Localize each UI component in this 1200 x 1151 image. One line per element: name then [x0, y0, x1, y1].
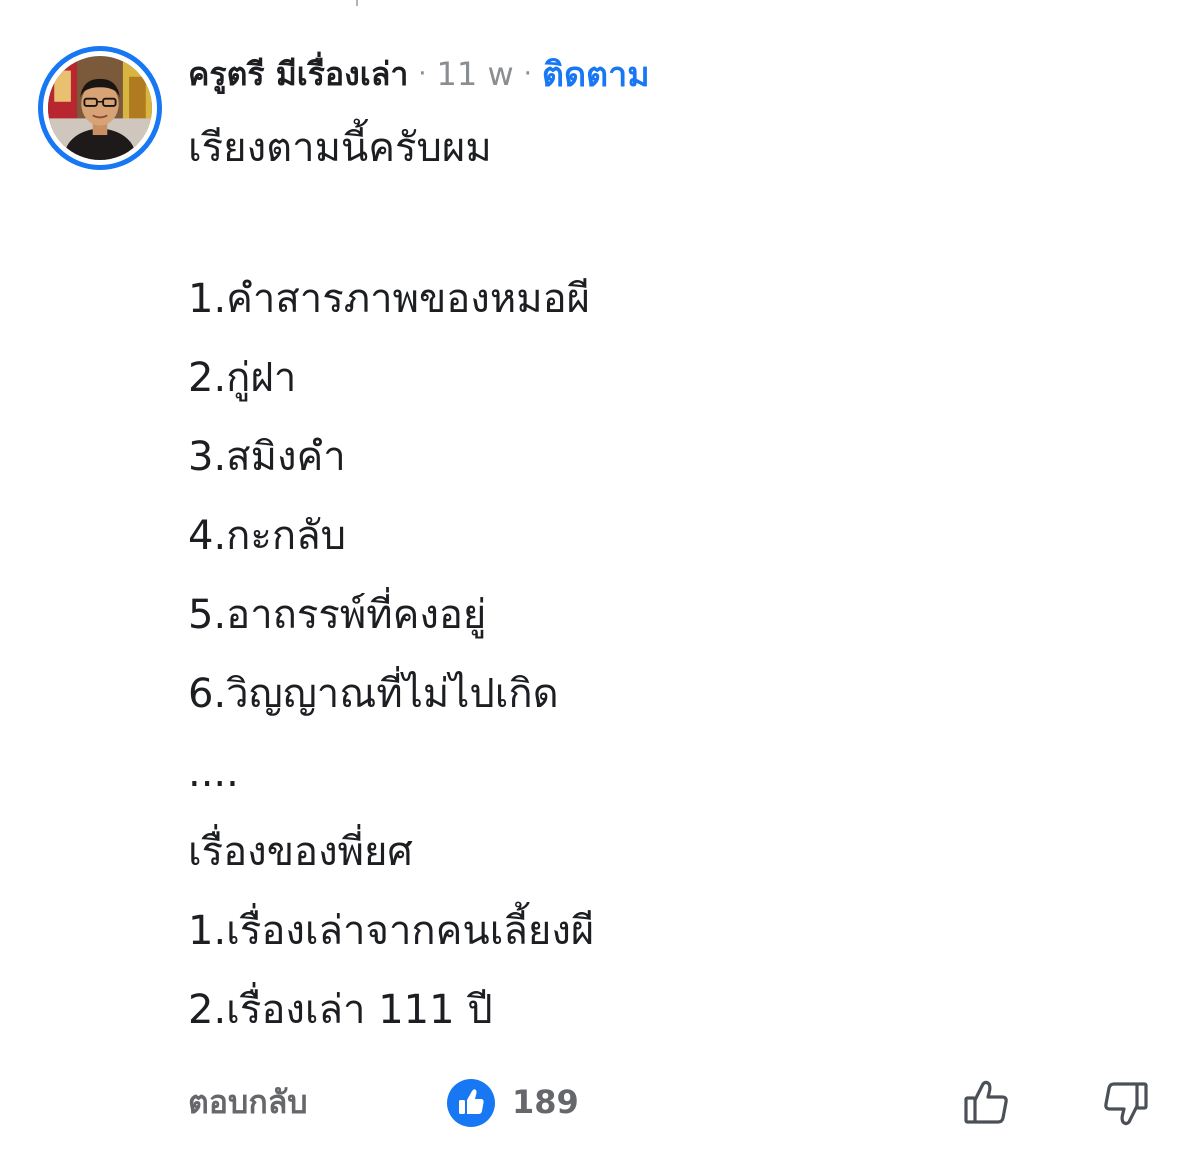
list-item: 1.เรื่องเล่าจากคนเลี้ยงผี: [188, 908, 595, 954]
thumbs-down-outline-icon[interactable]: [1100, 1078, 1150, 1128]
author-avatar[interactable]: [38, 46, 162, 170]
previous-content-edge: [356, 0, 358, 6]
list-item: 4.กะกลับ: [188, 513, 346, 559]
list-item: 6.วิญญาณที่ไม่ไปเกิด: [188, 671, 559, 717]
like-reaction-icon[interactable]: [446, 1078, 496, 1128]
subheading: เรื่องของพี่ยศ: [188, 829, 413, 875]
list-item: 3.สมิงคำ: [188, 434, 346, 480]
comment-intro: เรียงตามนี้ครับผม: [188, 125, 492, 171]
comment-body: เรียงตามนี้ครับผม 1.คำสารภาพของหมอผี 2.ก…: [188, 118, 1168, 1050]
separator-dot: ·: [418, 59, 427, 89]
comment: ครูตรี มีเรื่องเล่า · 11 w · ติดตาม เรีย…: [188, 48, 1168, 1050]
list-item: 5.อาถรรพ์ที่คงอยู่: [188, 592, 487, 638]
ellipsis: ....: [188, 750, 239, 796]
separator-dot: ·: [523, 59, 532, 89]
comment-header: ครูตรี มีเรื่องเล่า · 11 w · ติดตาม: [188, 48, 1168, 100]
comment-actions: ตอบกลับ 189: [188, 1078, 1168, 1128]
list-item: 1.คำสารภาพของหมอผี: [188, 276, 591, 322]
thumbs-up-outline-icon[interactable]: [962, 1078, 1012, 1128]
reply-button[interactable]: ตอบกลับ: [188, 1078, 308, 1126]
author-name[interactable]: ครูตรี มีเรื่องเล่า: [188, 49, 408, 100]
timestamp[interactable]: 11 w: [437, 55, 514, 93]
profile-photo: [48, 56, 152, 160]
list-item: 2.กู่ฝา: [188, 355, 297, 401]
reaction-count[interactable]: 189: [512, 1078, 579, 1126]
follow-button[interactable]: ติดตาม: [542, 47, 650, 101]
list-item: 2.เรื่องเล่า 111 ปี: [188, 987, 493, 1033]
